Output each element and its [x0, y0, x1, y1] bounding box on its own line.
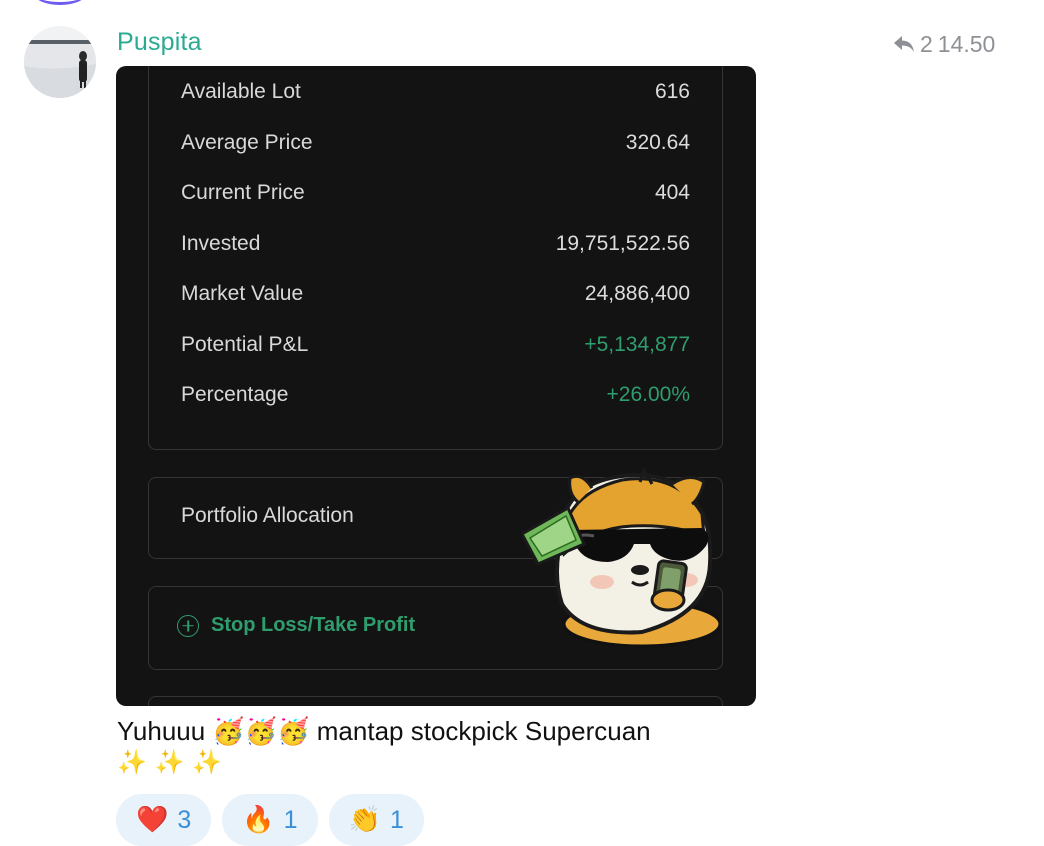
heart-icon: ❤️	[136, 805, 169, 835]
message-time: 14.50	[937, 30, 996, 57]
reaction-count: 1	[283, 805, 298, 834]
stop-loss-take-profit: Stop Loss/Take Profit	[177, 614, 415, 637]
stat-row: Potential P&L +5,134,877	[181, 331, 690, 359]
stat-row: Current Price 404	[181, 179, 690, 207]
stat-label: Current Price	[181, 181, 305, 204]
stat-value: 404	[654, 181, 690, 204]
stat-row: Invested 19,751,522.56	[181, 230, 690, 258]
reaction-clap[interactable]: 👏 1	[328, 794, 424, 846]
stat-value: 320.64	[625, 131, 690, 154]
reaction-heart[interactable]: ❤️ 3	[116, 794, 212, 846]
stat-value: 616	[654, 80, 690, 103]
next-card-edge	[148, 696, 723, 706]
message-caption: Yuhuuu 🥳🥳🥳 mantap stockpick Supercuan ✨ …	[117, 716, 757, 778]
stat-row: Average Price 320.64	[181, 129, 690, 157]
reply-count: 2	[920, 30, 933, 57]
stat-value-positive: +5,134,877	[584, 333, 690, 356]
reaction-count: 3	[177, 805, 192, 834]
fire-icon: 🔥	[242, 805, 275, 835]
portfolio-allocation-label: Portfolio Allocation	[181, 504, 354, 527]
stat-row: Percentage +26.00%	[181, 381, 690, 409]
holding-stats-card: Available Lot 616 Average Price 320.64 C…	[148, 66, 723, 450]
stat-value-positive: +26.00%	[606, 383, 691, 406]
caption-sparkles: ✨ ✨ ✨	[117, 748, 222, 776]
stat-label: Market Value	[181, 282, 304, 305]
stat-value: 24,886,400	[584, 282, 690, 305]
hamster-sticker	[519, 464, 732, 649]
chat-message: Puspita 2 14.50 Available Lot 616 Averag…	[0, 0, 1044, 846]
stat-row: Available Lot 616	[181, 78, 690, 106]
stat-value: 19,751,522.56	[555, 232, 690, 255]
caption-line: Yuhuuu 🥳🥳🥳 mantap stockpick Supercuan	[117, 716, 651, 746]
stat-label: Percentage	[181, 383, 289, 406]
plus-circle-icon	[177, 614, 199, 637]
sender-name[interactable]: Puspita	[117, 28, 202, 57]
reply-arrow-icon	[893, 34, 915, 54]
stop-loss-take-profit-label: Stop Loss/Take Profit	[211, 614, 416, 636]
stat-label: Invested	[181, 232, 261, 255]
stat-label: Potential P&L	[181, 333, 309, 356]
avatar[interactable]	[24, 26, 96, 98]
reaction-count: 1	[389, 805, 404, 834]
clapping-hands-icon: 👏	[348, 805, 381, 835]
photo-attachment[interactable]: Available Lot 616 Average Price 320.64 C…	[116, 66, 756, 706]
reaction-fire[interactable]: 🔥 1	[222, 794, 318, 846]
reactions-bar: ❤️ 3 🔥 1 👏 1	[116, 794, 424, 846]
message-meta[interactable]: 2 14.50	[893, 31, 995, 57]
stat-label: Available Lot	[181, 80, 301, 103]
stat-label: Average Price	[181, 131, 313, 154]
stat-row: Market Value 24,886,400	[181, 280, 690, 308]
